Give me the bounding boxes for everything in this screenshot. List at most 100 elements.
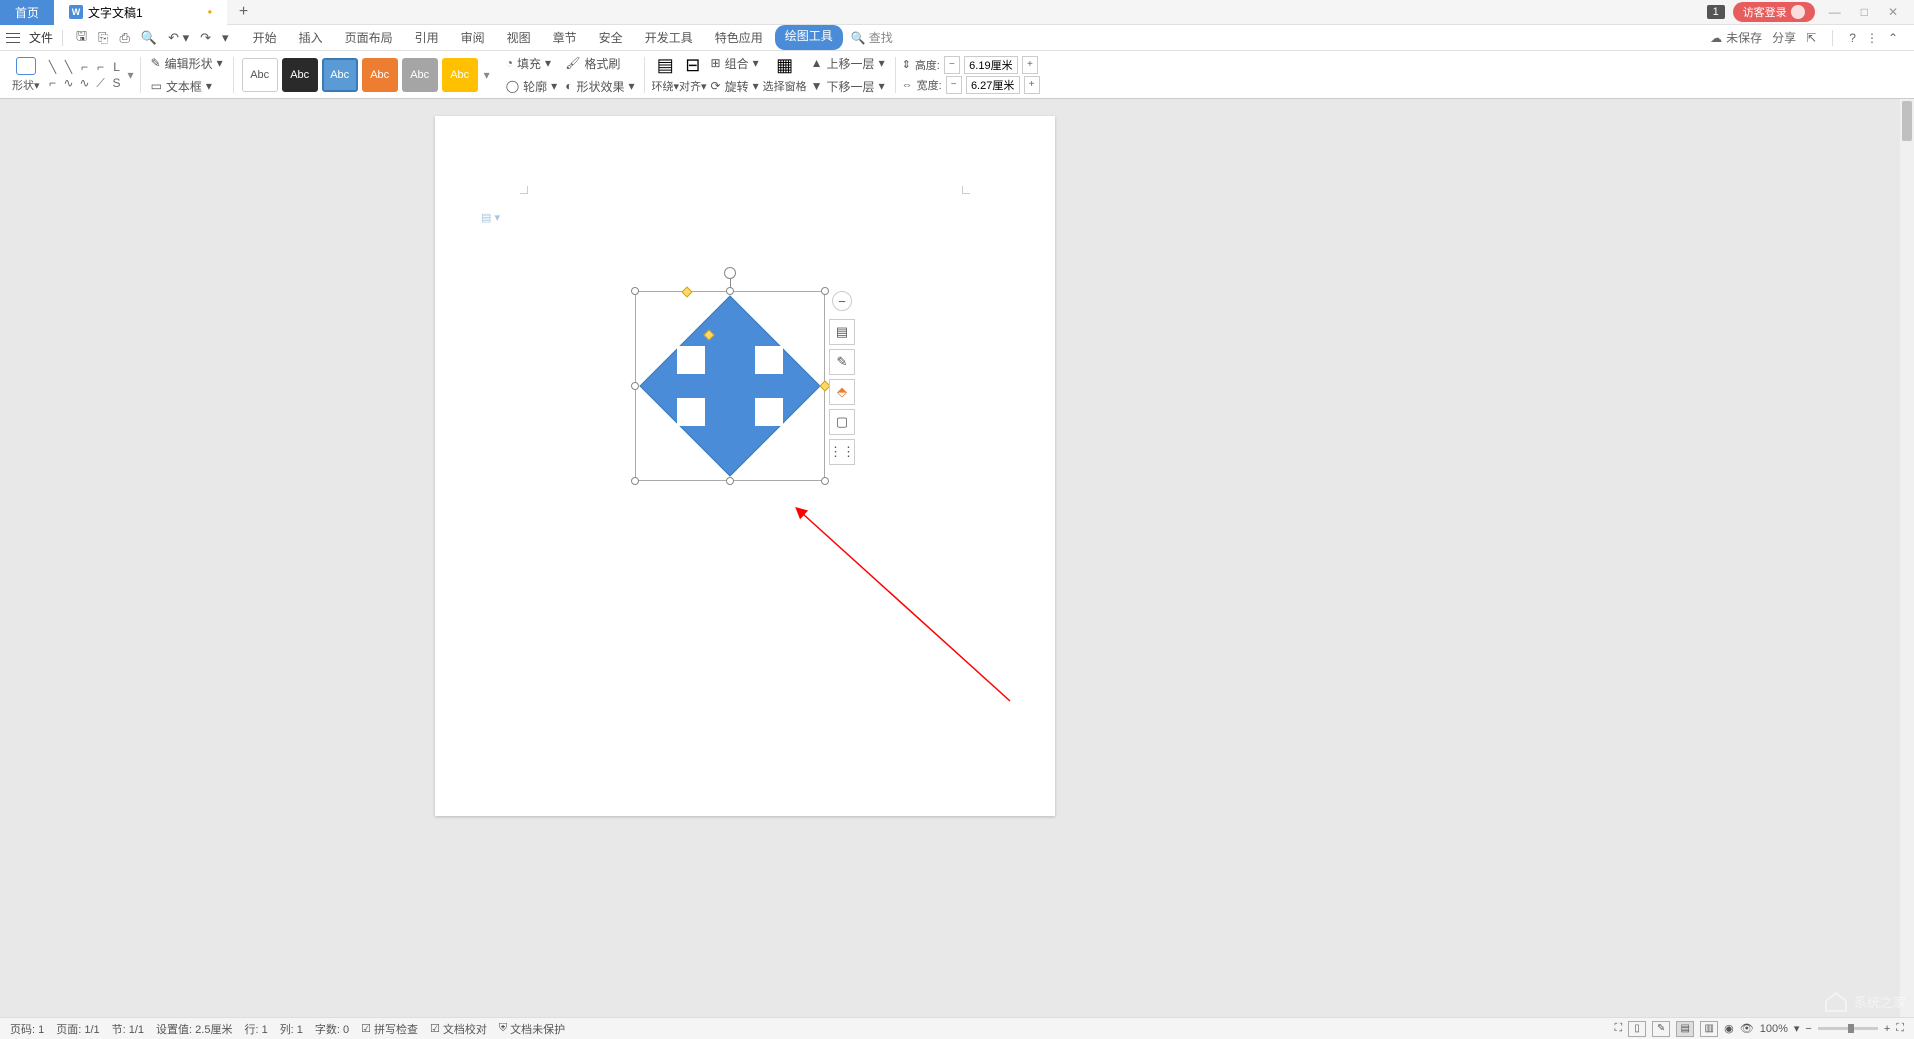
status-col[interactable]: 列: 1 xyxy=(280,1021,303,1037)
zoom-out-button[interactable]: − xyxy=(1805,1023,1811,1035)
status-position[interactable]: 设置值: 2.5厘米 xyxy=(156,1021,232,1037)
format-brush-button[interactable]: 🖌格式刷 xyxy=(561,53,638,74)
select-pane-button[interactable]: ▦选择窗格 xyxy=(763,55,807,94)
resize-handle[interactable] xyxy=(631,477,639,485)
tab-insert[interactable]: 插入 xyxy=(289,25,333,50)
view-page-button[interactable]: ▯ xyxy=(1628,1021,1646,1037)
tab-review[interactable]: 审阅 xyxy=(451,25,495,50)
tab-start[interactable]: 开始 xyxy=(243,25,287,50)
fullscreen-icon[interactable]: ⛶ xyxy=(1614,1022,1622,1035)
float-edit-button[interactable]: ✎ xyxy=(829,349,855,375)
page-indicator-icon[interactable]: ▤ ▾ xyxy=(481,211,500,224)
home-tab[interactable]: 首页 xyxy=(0,0,54,25)
zoom-in-button[interactable]: + xyxy=(1884,1023,1890,1035)
shape-button[interactable]: 形状▾ xyxy=(12,57,40,93)
height-input[interactable] xyxy=(964,56,1018,74)
more-icon[interactable]: ⋮ xyxy=(1866,31,1878,45)
shape-selection[interactable]: − ▤ ✎ ⬘ ▢ ⋮⋮ xyxy=(635,291,825,481)
status-spell[interactable]: ☑拼写检查 xyxy=(361,1021,418,1037)
fit-icon[interactable]: ⛶ xyxy=(1896,1022,1904,1035)
style-6[interactable]: Abc xyxy=(442,58,478,92)
tab-special[interactable]: 特色应用 xyxy=(705,25,773,50)
qat-saveas-icon[interactable]: ⎘ xyxy=(94,30,112,46)
maximize-button[interactable]: □ xyxy=(1855,5,1874,19)
file-menu[interactable]: 文件 xyxy=(29,29,53,46)
resize-handle[interactable] xyxy=(726,477,734,485)
status-page[interactable]: 页面: 1/1 xyxy=(56,1021,99,1037)
style-4[interactable]: Abc xyxy=(362,58,398,92)
view-eye-icon[interactable]: 👁 xyxy=(1740,1022,1754,1035)
resize-handle[interactable] xyxy=(726,287,734,295)
float-layout-button[interactable]: ▤ xyxy=(829,319,855,345)
document-tab[interactable]: W 文字文稿1 • xyxy=(54,0,227,25)
diamond-arrow-shape[interactable] xyxy=(635,291,825,481)
notification-badge[interactable]: 1 xyxy=(1707,5,1725,19)
tab-security[interactable]: 安全 xyxy=(589,25,633,50)
shape-gallery[interactable]: ╲╲⌐⌐L ⌐∿∿⟋S xyxy=(46,60,124,90)
resize-handle[interactable] xyxy=(821,477,829,485)
status-line[interactable]: 行: 1 xyxy=(244,1021,267,1037)
style-5[interactable]: Abc xyxy=(402,58,438,92)
style-expand-icon[interactable]: ▾ xyxy=(484,68,490,82)
outline-button[interactable]: ◯轮廓▾ xyxy=(502,76,561,97)
qat-preview-icon[interactable]: 🔍 xyxy=(137,30,161,46)
minimize-button[interactable]: — xyxy=(1823,5,1847,19)
document-page[interactable]: ▤ ▾ − xyxy=(435,116,1055,816)
style-3[interactable]: Abc xyxy=(322,58,358,92)
shape-effect-button[interactable]: ◐形状效果▾ xyxy=(561,76,638,97)
rotate-button[interactable]: ⟳旋转▾ xyxy=(707,76,763,97)
status-pagenum[interactable]: 页码: 1 xyxy=(10,1021,44,1037)
resize-handle[interactable] xyxy=(821,287,829,295)
style-2[interactable]: Abc xyxy=(282,58,318,92)
view-outline-button[interactable]: ✎ xyxy=(1652,1021,1670,1037)
width-inc[interactable]: + xyxy=(1024,76,1040,94)
fill-button[interactable]: ◔填充▾ xyxy=(502,53,561,74)
rotate-handle[interactable] xyxy=(724,267,736,279)
qat-undo-icon[interactable]: ↶ ▾ xyxy=(164,30,193,46)
tab-devtools[interactable]: 开发工具 xyxy=(635,25,703,50)
cloud-status[interactable]: ☁ 未保存 xyxy=(1710,29,1762,46)
qat-more-icon[interactable]: ▾ xyxy=(218,30,233,46)
canvas-area[interactable]: ▤ ▾ − xyxy=(0,99,1914,1017)
qat-print-icon[interactable]: ⎙ xyxy=(116,30,134,46)
view-special-icon[interactable]: ◉ xyxy=(1724,1022,1734,1035)
status-protect[interactable]: ⛨文档未保护 xyxy=(499,1021,565,1037)
export-icon[interactable]: ⇱ xyxy=(1806,31,1816,45)
resize-handle[interactable] xyxy=(631,382,639,390)
width-dec[interactable]: − xyxy=(946,76,962,94)
float-collapse-button[interactable]: − xyxy=(832,291,852,311)
tab-layout[interactable]: 页面布局 xyxy=(335,25,403,50)
tab-view[interactable]: 视图 xyxy=(497,25,541,50)
status-proof[interactable]: ☑文档校对 xyxy=(430,1021,487,1037)
send-backward-button[interactable]: ▼下移一层▾ xyxy=(807,76,889,97)
close-button[interactable]: ✕ xyxy=(1882,5,1904,19)
status-chars[interactable]: 字数: 0 xyxy=(315,1021,349,1037)
float-more-button[interactable]: ⋮⋮ xyxy=(829,439,855,465)
float-outline-button[interactable]: ▢ xyxy=(829,409,855,435)
collapse-ribbon-icon[interactable]: ⌃ xyxy=(1888,31,1898,45)
vertical-scrollbar[interactable] xyxy=(1900,99,1914,1017)
qat-redo-icon[interactable]: ↷ xyxy=(196,30,215,46)
view-read-button[interactable]: ▥ xyxy=(1700,1021,1718,1037)
share-button[interactable]: 分享 xyxy=(1772,29,1796,46)
bring-forward-button[interactable]: ▲上移一层▾ xyxy=(807,53,889,74)
align-button[interactable]: ⊟对齐▾ xyxy=(679,55,707,94)
qat-save-icon[interactable]: 🖫 xyxy=(72,27,91,49)
width-input[interactable] xyxy=(966,76,1020,94)
hamburger-icon[interactable] xyxy=(6,33,20,43)
zoom-slider[interactable] xyxy=(1818,1027,1878,1030)
view-web-button[interactable]: ▤ xyxy=(1676,1021,1694,1037)
login-button[interactable]: 访客登录 xyxy=(1733,2,1815,22)
height-dec[interactable]: − xyxy=(944,56,960,74)
height-inc[interactable]: + xyxy=(1022,56,1038,74)
style-1[interactable]: Abc xyxy=(242,58,278,92)
add-tab-button[interactable]: + xyxy=(227,3,260,21)
resize-handle[interactable] xyxy=(631,287,639,295)
help-icon[interactable]: ? xyxy=(1849,31,1856,45)
text-box-button[interactable]: ▭文本框▾ xyxy=(147,76,227,97)
zoom-value[interactable]: 100% xyxy=(1760,1023,1788,1035)
float-fill-button[interactable]: ⬘ xyxy=(829,379,855,405)
status-section[interactable]: 节: 1/1 xyxy=(112,1021,144,1037)
group-button[interactable]: ⊞组合▾ xyxy=(707,53,763,74)
tab-reference[interactable]: 引用 xyxy=(405,25,449,50)
